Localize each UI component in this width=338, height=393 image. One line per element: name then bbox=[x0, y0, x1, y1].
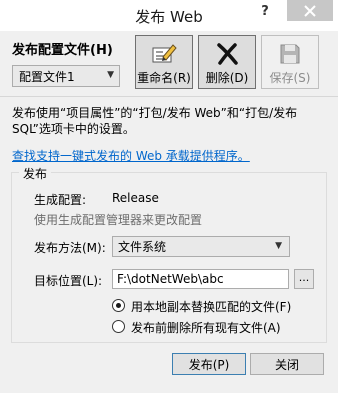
publish-web-dialog: 发布 Web ? 发布配置文件(H) 配置文件1 ▼ 重命名(R) 删除(D) … bbox=[0, 0, 338, 393]
close-icon bbox=[304, 4, 316, 17]
title-bar: 发布 Web ? bbox=[0, 0, 338, 31]
delete-button-label: 删除(D) bbox=[205, 71, 249, 85]
delete-existing-radio[interactable] bbox=[112, 320, 125, 333]
close-window-button[interactable] bbox=[287, 0, 333, 21]
browse-button[interactable]: ... bbox=[294, 269, 314, 289]
target-location-label: 目标位置(L): bbox=[34, 274, 103, 288]
close-button[interactable]: 关闭 bbox=[250, 353, 324, 375]
delete-button[interactable]: 删除(D) bbox=[198, 35, 256, 89]
chevron-down-icon: ▼ bbox=[107, 70, 114, 80]
hosting-provider-link[interactable]: 查找支持一键式发布的 Web 承载提供程序。 bbox=[12, 147, 250, 164]
rename-edit-icon bbox=[151, 41, 177, 66]
help-button[interactable]: ? bbox=[258, 4, 272, 22]
replace-files-label[interactable]: 用本地副本替换匹配的文件(F) bbox=[131, 298, 291, 315]
save-button[interactable]: 保存(S) bbox=[261, 35, 319, 89]
publish-method-value: 文件系统 bbox=[118, 240, 167, 254]
publish-method-select[interactable]: 文件系统 ▼ bbox=[112, 236, 290, 257]
divider bbox=[0, 96, 338, 97]
publish-button[interactable]: 发布(P) bbox=[172, 353, 246, 375]
delete-existing-label[interactable]: 发布前删除所有现有文件(A) bbox=[131, 319, 281, 336]
target-location-input[interactable]: F:\dotNetWeb\abc bbox=[112, 269, 289, 289]
chevron-down-icon: ▼ bbox=[275, 241, 282, 251]
profile-select-value: 配置文件1 bbox=[19, 69, 75, 84]
rename-button[interactable]: 重命名(R) bbox=[135, 35, 193, 89]
rename-button-label: 重命名(R) bbox=[137, 71, 191, 85]
build-config-value: Release bbox=[112, 191, 159, 205]
build-config-hint: 使用生成配置管理器来更改配置 bbox=[34, 213, 203, 227]
description-text: 发布使用“项目属性”的“打包/发布 Web”和“打包/发布 SQL”选项卡中的设… bbox=[12, 106, 298, 136]
publish-method-label: 发布方法(M): bbox=[34, 241, 106, 255]
target-location-value: F:\dotNetWeb\abc bbox=[117, 272, 224, 286]
delete-x-icon bbox=[214, 41, 240, 66]
replace-files-radio[interactable] bbox=[112, 299, 125, 312]
build-config-label: 生成配置: bbox=[34, 193, 87, 207]
profile-select[interactable]: 配置文件1 ▼ bbox=[12, 65, 120, 87]
save-button-label: 保存(S) bbox=[269, 71, 311, 85]
publish-group-title: 发布 bbox=[19, 165, 52, 182]
save-floppy-icon bbox=[278, 41, 302, 66]
profile-section-label: 发布配置文件(H) bbox=[12, 43, 113, 58]
